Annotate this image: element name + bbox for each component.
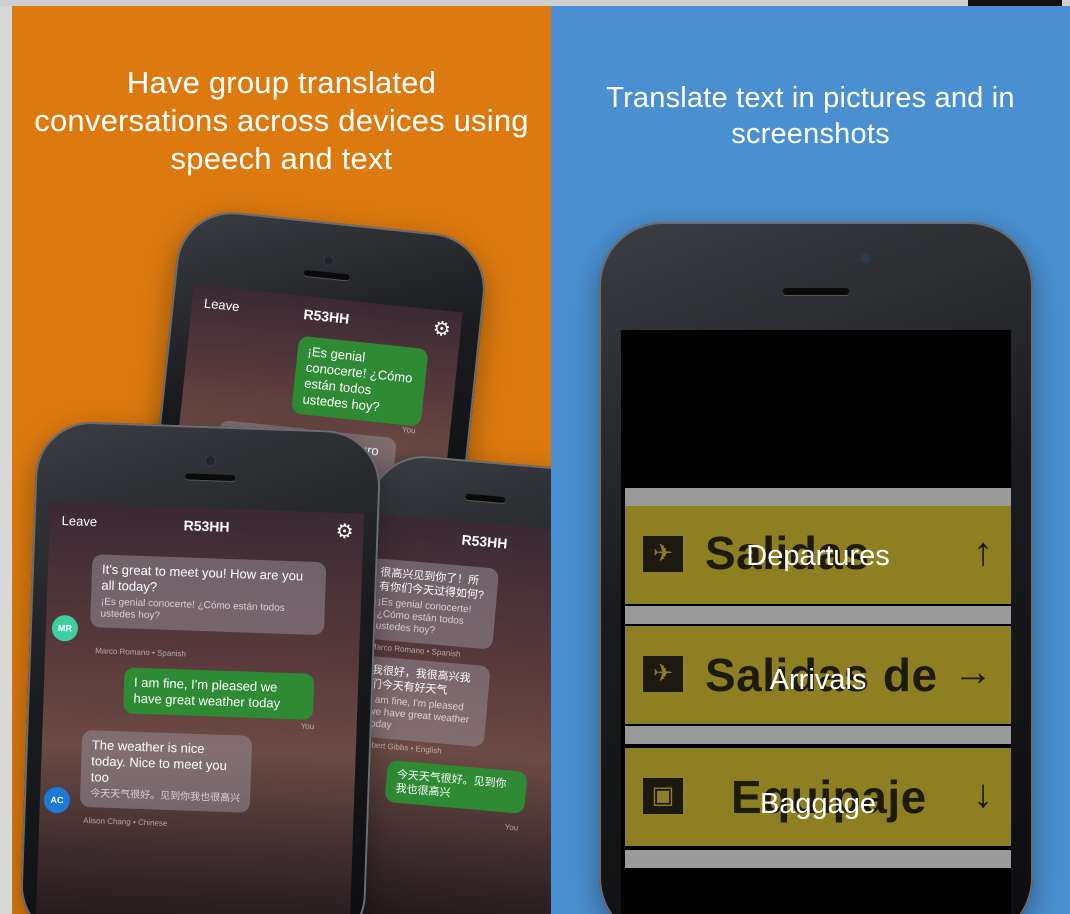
phone-speaker xyxy=(783,288,849,295)
sign-divider xyxy=(625,606,1011,624)
message-text: 很高兴见到你了！所有你们今天过得如何? xyxy=(378,566,485,602)
avatar: MR xyxy=(51,614,79,642)
message-translation: 今天天气很好。见到你我也很高兴 xyxy=(89,788,241,805)
sign-divider xyxy=(625,850,1011,868)
right-promo-panel: Translate text in pictures and in screen… xyxy=(551,6,1070,914)
message-meta: Alison Chang • Chinese xyxy=(83,815,168,828)
message-bubble: I am fine, I'm pleased we have great wea… xyxy=(122,667,315,720)
message-bubble: ¡Es genial conocerte! ¿Cómo están todos … xyxy=(291,335,429,427)
chat-header: Leave R53HH ⚙ xyxy=(190,284,462,346)
phone-speaker xyxy=(465,493,506,504)
message-translation: ¡Es genial conocerte! ¿Cómo están todos … xyxy=(100,596,285,622)
message-meta: You xyxy=(504,822,519,833)
camera-viewfinder-screen: ✈ Salidas ↑ Departures ✈ Salidas de → Ar… xyxy=(621,330,1011,914)
right-headline: Translate text in pictures and in screen… xyxy=(606,82,1015,150)
sign-divider xyxy=(625,488,1011,506)
phone-big: ✈ Salidas ↑ Departures ✈ Salidas de → Ar… xyxy=(599,222,1033,914)
gear-icon[interactable]: ⚙ xyxy=(335,519,354,545)
message-meta: You xyxy=(401,424,416,436)
avatar: AC xyxy=(43,786,71,814)
left-headline: Have group translated conversations acro… xyxy=(34,65,529,176)
phone-speaker xyxy=(303,269,350,281)
message-text: ¡Es genial conocerte! ¿Cómo están todos … xyxy=(301,343,414,415)
room-code: R53HH xyxy=(183,517,230,535)
message-text: 今天天气很好。见到你我也很高兴 xyxy=(395,768,507,800)
message-translation: I am fine, I'm pleased we have great wea… xyxy=(366,694,470,732)
message-bubble: 我很好，我很高兴我们今天有好天气 I am fine, I'm pleased … xyxy=(356,655,491,748)
chat-header: R53HH ⚙ xyxy=(379,514,551,566)
message-meta: You xyxy=(300,721,315,731)
phone-camera xyxy=(861,254,869,262)
phone-speaker xyxy=(185,473,236,482)
message-text: I am fine, I'm pleased we have great wea… xyxy=(133,674,281,711)
phone-front: Leave R53HH ⚙ MR It's great to meet you!… xyxy=(19,420,382,914)
left-promo-panel: Have group translated conversations acro… xyxy=(12,6,551,914)
message-text: The weather is nice today. Nice to meet … xyxy=(90,737,228,785)
message-bubble: It's great to meet you! How are you all … xyxy=(89,554,327,636)
message-text: 我很好，我很高兴我们今天有好天气 xyxy=(370,664,472,697)
room-code: R53HH xyxy=(460,531,509,552)
phone-camera xyxy=(205,456,216,466)
sign-departures: ✈ Salidas ↑ Departures xyxy=(625,506,1011,604)
room-code: R53HH xyxy=(302,306,351,327)
chat-header: Leave R53HH ⚙ xyxy=(49,503,364,548)
sign-baggage: ▣ Equipaje ↓ Baggage xyxy=(625,748,1011,846)
sign-arrivals: ✈ Salidas de → Arrivals xyxy=(625,626,1011,724)
gear-icon[interactable]: ⚙ xyxy=(432,316,452,343)
sign-translation: Baggage xyxy=(759,788,877,820)
message-translation: ¡Es genial conocerte! ¿Cómo están todos … xyxy=(375,596,472,637)
message-text: It's great to meet you! How are you all … xyxy=(101,561,304,595)
phone-camera xyxy=(323,255,334,266)
sign-translation: Arrivals xyxy=(769,664,867,696)
phone-front-screen: Leave R53HH ⚙ MR It's great to meet you!… xyxy=(34,502,365,914)
message-bubble: 今天天气很好。见到你我也很高兴 xyxy=(384,759,528,814)
message-bubble: 很高兴见到你了！所有你们今天过得如何? ¡Es genial conocerte… xyxy=(364,557,500,650)
sign-divider xyxy=(625,726,1011,744)
message-meta: Marco Romano • Spanish xyxy=(95,646,187,659)
sign-translation: Departures xyxy=(746,540,890,572)
message-bubble: The weather is nice today. Nice to meet … xyxy=(79,729,253,813)
